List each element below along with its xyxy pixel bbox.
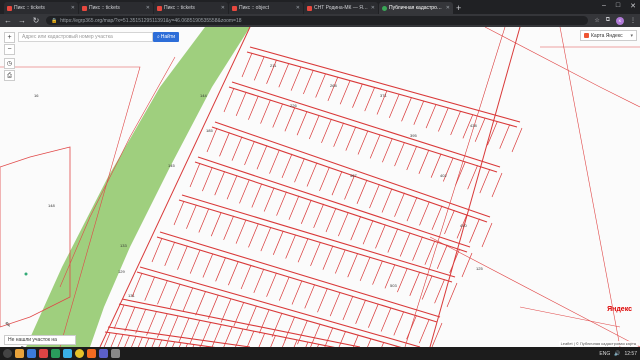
parcel-label: 133 (120, 243, 127, 248)
not-found-link[interactable]: Не нашли участок на карте? (4, 335, 76, 347)
clock[interactable]: 12:57 (624, 351, 637, 357)
minimize-icon[interactable]: – (602, 2, 606, 10)
parcel-label: 16 (34, 93, 39, 98)
reload-icon[interactable]: ↻ (32, 14, 40, 27)
address-toolbar: ← → ↻ 🔒 https://egrp365.org/map/?x=51.35… (0, 14, 640, 27)
parcel-label: 371 (380, 93, 387, 98)
tab-title: СНТ Родина-МК — Янд... (314, 5, 369, 11)
close-tab-icon[interactable]: ✕ (221, 5, 225, 11)
close-tab-icon[interactable]: ✕ (446, 5, 450, 11)
app-icon[interactable] (111, 349, 120, 358)
tab-title: Пикс :: tickets (164, 5, 195, 11)
browser-tab[interactable]: Пикс :: object ✕ (229, 2, 303, 14)
back-icon[interactable]: ← (4, 14, 12, 27)
favicon-icon (232, 5, 237, 11)
start-icon[interactable] (3, 349, 12, 358)
parcel-label: 503 (390, 283, 397, 288)
favicon-icon (382, 5, 387, 11)
close-tab-icon[interactable]: ✕ (146, 5, 150, 11)
app-icon[interactable] (87, 349, 96, 358)
parcel-label: 410 (460, 223, 467, 228)
pencil-icon[interactable]: ✎ (5, 321, 11, 329)
tab-title: Пикс :: tickets (89, 5, 120, 11)
zoom-out-button[interactable]: − (4, 44, 15, 55)
search-icon: ⌕ (156, 34, 160, 40)
new-tab-button[interactable]: + (456, 2, 461, 14)
app-icon[interactable] (51, 349, 60, 358)
parcel-label: 144 (200, 93, 207, 98)
parcel-label: 395 (410, 133, 417, 138)
parcel-label: 268 (330, 83, 337, 88)
forward-icon[interactable]: → (18, 14, 26, 27)
chevron-down-icon: ▾ (630, 32, 633, 39)
window-controls: – □ ✕ (602, 2, 636, 10)
browser-right-controls: ☆ ⧉ K ⋮ (594, 16, 636, 25)
lock-icon: 🔒 (51, 17, 58, 24)
parcel-label: 129 (118, 269, 125, 274)
parcel-label: 226 (290, 103, 297, 108)
favicon-icon (7, 5, 12, 11)
tab-title: Публичная кадастровая... (389, 5, 444, 11)
app-icon[interactable] (27, 349, 36, 358)
extensions-icon[interactable]: ⧉ (606, 17, 610, 24)
layer-select[interactable]: Карта Яндекс ▾ (580, 30, 637, 41)
telegram-icon[interactable] (63, 349, 72, 358)
map-viewport[interactable]: 16 148 144 185 133 129 131 145 211 226 268 371 395 40… (0, 27, 640, 347)
language-indicator[interactable]: ENG (599, 351, 610, 357)
print-icon[interactable]: ⎙ (4, 70, 15, 81)
url-text: https://egrp365.org/map/?x=51.3515129511… (60, 17, 242, 24)
maximize-icon[interactable]: □ (616, 2, 620, 10)
browser-tab[interactable]: СНТ Родина-МК — Янд... ✕ (304, 2, 378, 14)
parcel-label: 438 (470, 123, 477, 128)
yandex-layer-icon (584, 33, 589, 38)
files-icon[interactable] (15, 349, 24, 358)
parcel-label: 467 (350, 173, 357, 178)
address-bar[interactable]: 🔒 https://egrp365.org/map/?x=51.35151295… (46, 16, 589, 25)
app-icon[interactable] (99, 349, 108, 358)
browser-tab[interactable]: Публичная кадастровая... ✕ (379, 2, 453, 14)
tab-strip: Пикс :: tickets ✕ Пикс :: tickets ✕ Пикс :: … (0, 0, 640, 14)
favicon-icon (157, 5, 162, 11)
map-marker (24, 272, 28, 276)
tab-title: Пикс :: object (239, 5, 270, 11)
ruler-icon[interactable]: ◷ (4, 58, 15, 69)
parcel-label: 402 (440, 173, 447, 178)
browser-tab[interactable]: Пикс :: tickets ✕ (4, 2, 78, 14)
close-tab-icon[interactable]: ✕ (71, 5, 75, 11)
favicon-icon (307, 5, 312, 11)
map-copyright: Leaflet | © Публичная кадастровая карта (558, 341, 638, 346)
parcel-label: 145 (168, 163, 175, 168)
favicon-icon (82, 5, 87, 11)
browser-tab[interactable]: Пикс :: tickets ✕ (79, 2, 153, 14)
profile-avatar[interactable]: K (616, 16, 624, 25)
tab-title: Пикс :: tickets (14, 5, 45, 11)
search-input[interactable]: Адрес или кадастровый номер участка (18, 32, 153, 42)
close-window-icon[interactable]: ✕ (630, 2, 636, 10)
find-button[interactable]: ⌕ Найти (153, 32, 179, 42)
zoom-in-button[interactable]: + (4, 32, 15, 43)
parcel-label: 131 (128, 293, 135, 298)
parcel-label: 125 (476, 266, 483, 271)
star-icon[interactable]: ☆ (594, 17, 599, 24)
chrome-icon[interactable] (75, 349, 84, 358)
parcel-label: 148 (48, 203, 55, 208)
parcel-label: 211 (270, 63, 277, 68)
taskbar: ENG 🔊 12:57 (0, 347, 640, 360)
parcel-label: 185 (206, 128, 213, 133)
app-icon[interactable] (39, 349, 48, 358)
browser-tab[interactable]: Пикс :: tickets ✕ (154, 2, 228, 14)
yandex-logo: Яндекс (607, 306, 632, 313)
cadastral-map[interactable]: 16 148 144 185 133 129 131 145 211 226 268 371 395 40… (0, 27, 640, 347)
volume-icon[interactable]: 🔊 (614, 351, 620, 357)
system-tray: ENG 🔊 12:57 (599, 351, 637, 357)
close-tab-icon[interactable]: ✕ (371, 5, 375, 11)
close-tab-icon[interactable]: ✕ (296, 5, 300, 11)
menu-icon[interactable]: ⋮ (630, 17, 636, 24)
